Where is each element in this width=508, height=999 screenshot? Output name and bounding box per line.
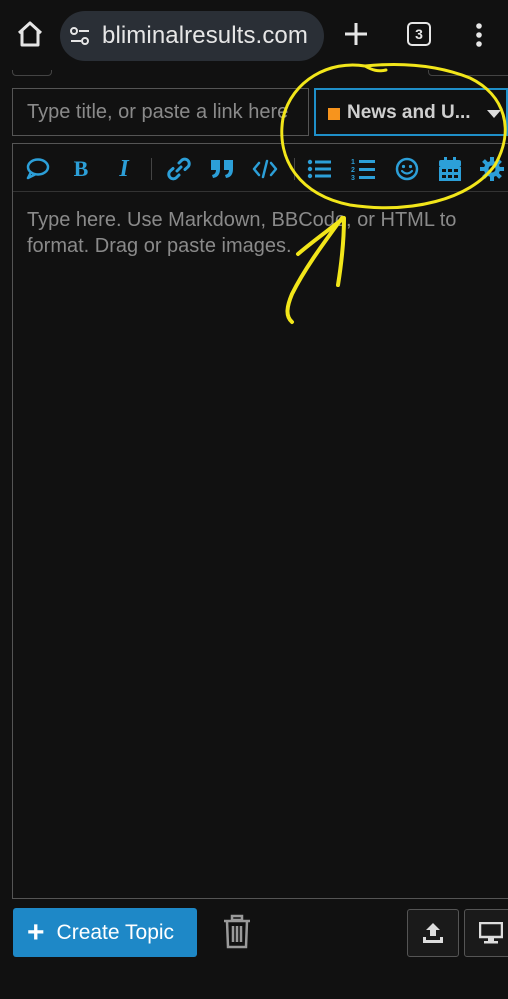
svg-text:2: 2 <box>351 167 355 174</box>
composer: B I 1 2 3 Type here. Use Markdown, BBCod… <box>12 143 508 899</box>
numbered-list-icon[interactable]: 1 2 3 <box>349 154 379 184</box>
calendar-icon[interactable] <box>435 154 465 184</box>
bullet-list-icon[interactable] <box>305 154 335 184</box>
code-icon[interactable] <box>250 154 280 184</box>
gear-icon[interactable] <box>477 154 507 184</box>
browser-toolbar: bliminalresults.com 3 <box>0 0 508 70</box>
upload-button[interactable] <box>407 909 459 957</box>
desktop-icon <box>479 922 503 944</box>
topic-title-input[interactable] <box>12 88 309 136</box>
emoji-icon[interactable] <box>392 154 422 184</box>
composer-body-input[interactable] <box>13 193 508 898</box>
plus-icon[interactable] <box>342 20 370 48</box>
toolbar-divider <box>294 158 295 180</box>
link-icon[interactable] <box>164 154 194 184</box>
category-dropdown[interactable]: News and U... <box>314 88 508 136</box>
editor-toolbar: B I 1 2 3 <box>13 144 508 192</box>
tab-switcher-button[interactable]: 3 <box>407 22 431 46</box>
kebab-menu-icon[interactable] <box>470 20 488 50</box>
category-color-swatch <box>328 108 340 120</box>
tune-icon[interactable] <box>68 24 92 48</box>
toolbar-divider <box>151 158 152 180</box>
italic-icon[interactable]: I <box>109 154 139 184</box>
tab-count: 3 <box>415 26 423 42</box>
trash-icon[interactable] <box>222 914 252 950</box>
scrolled-row <box>0 70 508 82</box>
home-icon[interactable] <box>14 18 46 50</box>
partial-control <box>12 70 52 76</box>
toggle-preview-button[interactable] <box>464 909 508 957</box>
upload-icon <box>423 923 443 943</box>
caret-down-icon <box>487 110 501 118</box>
create-topic-label: Create Topic <box>56 920 175 944</box>
address-bar[interactable]: bliminalresults.com <box>60 11 324 61</box>
create-topic-button[interactable]: + Create Topic <box>13 908 197 957</box>
partial-control <box>428 70 508 76</box>
plus-icon: + <box>27 915 45 949</box>
blockquote-icon[interactable] <box>207 154 237 184</box>
category-label: News and U... <box>347 102 471 123</box>
italic-label: I <box>119 155 129 182</box>
svg-text:3: 3 <box>351 175 355 181</box>
svg-text:1: 1 <box>351 159 355 166</box>
bold-label: B <box>73 156 89 181</box>
quote-bubble-icon[interactable] <box>23 154 53 184</box>
bold-icon[interactable]: B <box>66 154 96 184</box>
url-text: bliminalresults.com <box>102 22 308 49</box>
